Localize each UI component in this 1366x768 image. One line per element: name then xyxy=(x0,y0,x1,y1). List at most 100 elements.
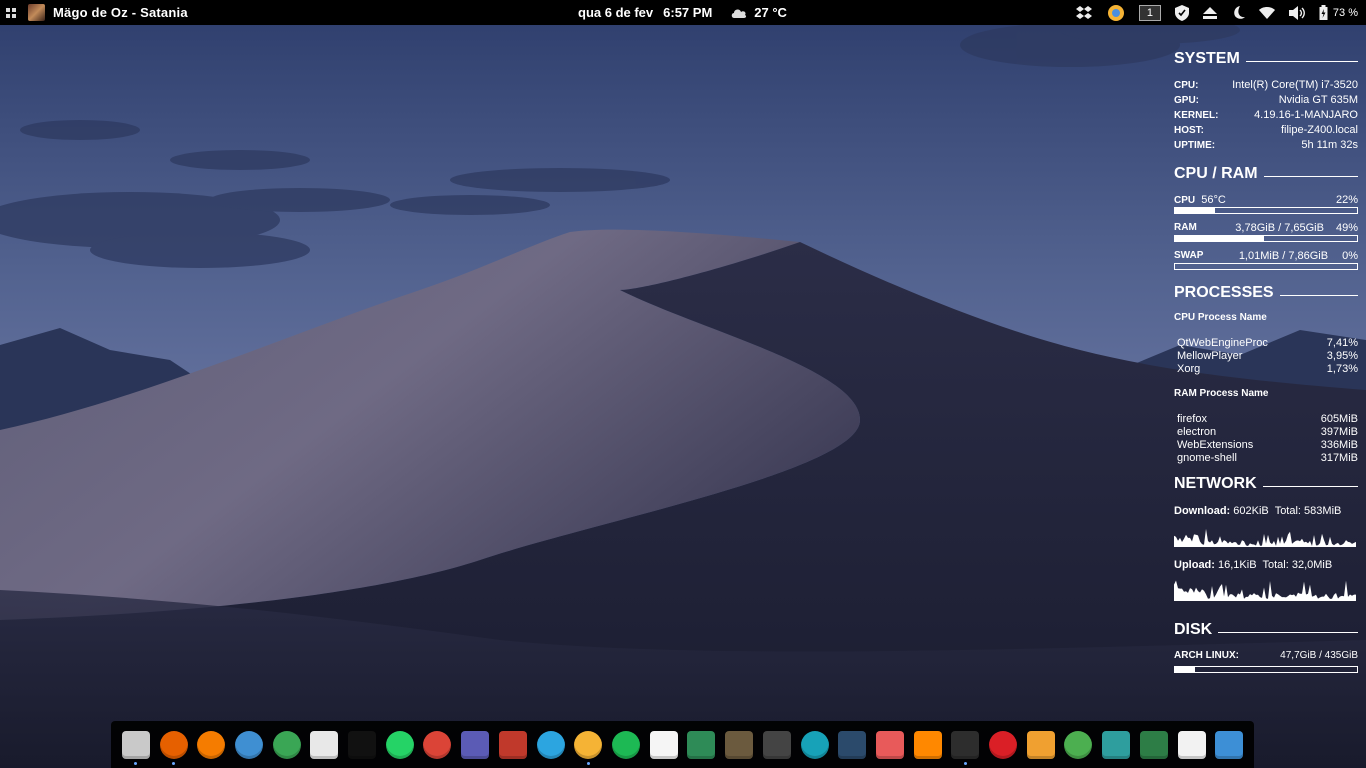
dock-item[interactable] xyxy=(195,721,227,768)
battery-icon[interactable] xyxy=(1319,5,1328,20)
upload-row: Upload: 16,1KiB Total: 32,0MiB xyxy=(1174,557,1358,573)
process-name: MellowPlayer xyxy=(1177,350,1243,362)
list-item: gnome-shell 317MiB xyxy=(1174,452,1358,465)
dock-item[interactable] xyxy=(120,721,152,768)
process-value: 336MiB xyxy=(1320,439,1358,451)
wps-icon[interactable] xyxy=(649,730,678,759)
chrome-icon[interactable] xyxy=(423,730,452,759)
dock-item[interactable] xyxy=(1176,721,1208,768)
system-row: UPTIME: 5h 11m 32s xyxy=(1174,138,1358,153)
dock-item[interactable] xyxy=(384,721,416,768)
eject-icon[interactable] xyxy=(1202,6,1217,19)
show-desktop-icon[interactable] xyxy=(1215,730,1244,759)
network-title: NETWORK xyxy=(1174,475,1257,492)
tex-icon[interactable] xyxy=(461,730,490,759)
dock-item[interactable] xyxy=(1138,721,1170,768)
dock-item[interactable] xyxy=(987,721,1019,768)
dock-item[interactable] xyxy=(648,721,680,768)
date-label: qua 6 de fev xyxy=(578,5,654,20)
dock-item[interactable] xyxy=(836,721,868,768)
dock-item[interactable] xyxy=(271,721,303,768)
conky-system-monitor: SYSTEM CPU: Intel(R) Core(TM) i7-3520 GPU… xyxy=(1174,50,1358,680)
dock-item[interactable] xyxy=(949,721,981,768)
download-total: 583MiB xyxy=(1304,505,1342,517)
wifi-icon[interactable] xyxy=(1258,6,1275,19)
dock-item[interactable] xyxy=(761,721,793,768)
dock-item[interactable] xyxy=(346,721,378,768)
disk-label: ARCH LINUX: xyxy=(1174,650,1239,661)
cpu-process-list: QtWebEngineProc 7,41% MellowPlayer 3,95% X… xyxy=(1174,337,1358,376)
terminal-icon[interactable] xyxy=(951,730,980,759)
thunderbird-icon[interactable] xyxy=(234,730,263,759)
whatsapp-icon[interactable] xyxy=(385,730,414,759)
creative-cloud-icon[interactable] xyxy=(989,730,1018,759)
system-value: filipe-Z400.local xyxy=(1280,124,1358,136)
download-rate: 602KiB xyxy=(1233,505,1269,517)
mosaic-app-icon[interactable] xyxy=(348,730,377,759)
process-value: 7,41% xyxy=(1326,337,1358,349)
dock-item[interactable] xyxy=(1063,721,1095,768)
dock-item[interactable] xyxy=(1213,721,1245,768)
upload-total-label: Total: xyxy=(1262,559,1289,571)
inkscape-icon[interactable] xyxy=(762,730,791,759)
downloader-icon[interactable] xyxy=(1026,730,1055,759)
document-viewer-icon[interactable] xyxy=(310,730,339,759)
shield-vpn-icon[interactable] xyxy=(1174,4,1189,21)
dock-item[interactable] xyxy=(874,721,906,768)
dock-item[interactable] xyxy=(799,721,831,768)
dock-item[interactable] xyxy=(1100,721,1132,768)
dock-item[interactable] xyxy=(422,721,454,768)
swap-usage-bar xyxy=(1174,263,1358,270)
spreadsheet-icon[interactable] xyxy=(687,730,716,759)
dock-item[interactable] xyxy=(233,721,265,768)
pcloud-icon[interactable] xyxy=(800,730,829,759)
dock-item[interactable] xyxy=(912,721,944,768)
dock-item[interactable] xyxy=(723,721,755,768)
mellowplayer-icon[interactable] xyxy=(574,730,603,759)
gnome-tweaks-icon[interactable] xyxy=(1064,730,1093,759)
system-monitor-icon[interactable] xyxy=(1139,730,1168,759)
cpu-process-heading: CPU Process Name xyxy=(1174,312,1267,323)
image-viewer-icon[interactable] xyxy=(875,730,904,759)
dropbox-icon[interactable] xyxy=(1075,5,1093,20)
screenshot-icon[interactable] xyxy=(838,730,867,759)
now-playing-title[interactable]: Mägo de Oz - Satania xyxy=(53,5,188,20)
settings-wrench-icon[interactable] xyxy=(1102,730,1131,759)
spotify-icon[interactable] xyxy=(611,730,640,759)
volume-icon[interactable] xyxy=(1288,5,1305,20)
files-icon[interactable] xyxy=(121,730,150,759)
dock-item[interactable] xyxy=(158,721,190,768)
running-indicator xyxy=(586,762,590,765)
dock-item[interactable] xyxy=(572,721,604,768)
clock-area[interactable]: qua 6 de fev 6:57 PM 27 °C xyxy=(578,0,797,25)
ram-meter-row: RAM 3,78GiB / 7,65GiB 49% xyxy=(1174,221,1358,235)
rss-reader-icon[interactable] xyxy=(197,730,226,759)
telegram-icon[interactable] xyxy=(536,730,565,759)
dock-item[interactable] xyxy=(1025,721,1057,768)
system-key: GPU: xyxy=(1174,95,1199,106)
running-indicator xyxy=(134,762,138,765)
dock-item[interactable] xyxy=(497,721,529,768)
cpu-label: CPU xyxy=(1174,195,1196,206)
package-manager-icon[interactable] xyxy=(1177,730,1206,759)
album-art-icon xyxy=(28,4,45,21)
time-label: 6:57 PM xyxy=(663,5,713,20)
dock-item[interactable] xyxy=(309,721,341,768)
system-value: 5h 11m 32s xyxy=(1301,139,1358,151)
dock-item[interactable] xyxy=(535,721,567,768)
mellowplayer-tray-icon[interactable] xyxy=(1107,4,1125,22)
library-icon[interactable] xyxy=(498,730,527,759)
night-light-moon-icon[interactable] xyxy=(1231,5,1245,20)
activities-grid-icon[interactable] xyxy=(6,7,16,18)
vlc-icon[interactable] xyxy=(913,730,942,759)
dock-item[interactable] xyxy=(686,721,718,768)
dock-item[interactable] xyxy=(459,721,491,768)
firefox-icon[interactable] xyxy=(159,730,188,759)
dock-item[interactable] xyxy=(610,721,642,768)
workspace-indicator[interactable]: 1 xyxy=(1138,4,1161,21)
system-title: SYSTEM xyxy=(1174,50,1240,67)
atom-icon[interactable] xyxy=(272,730,301,759)
gimp-icon[interactable] xyxy=(725,730,754,759)
disk-usage-bar xyxy=(1174,666,1358,673)
upload-graph xyxy=(1174,580,1356,601)
